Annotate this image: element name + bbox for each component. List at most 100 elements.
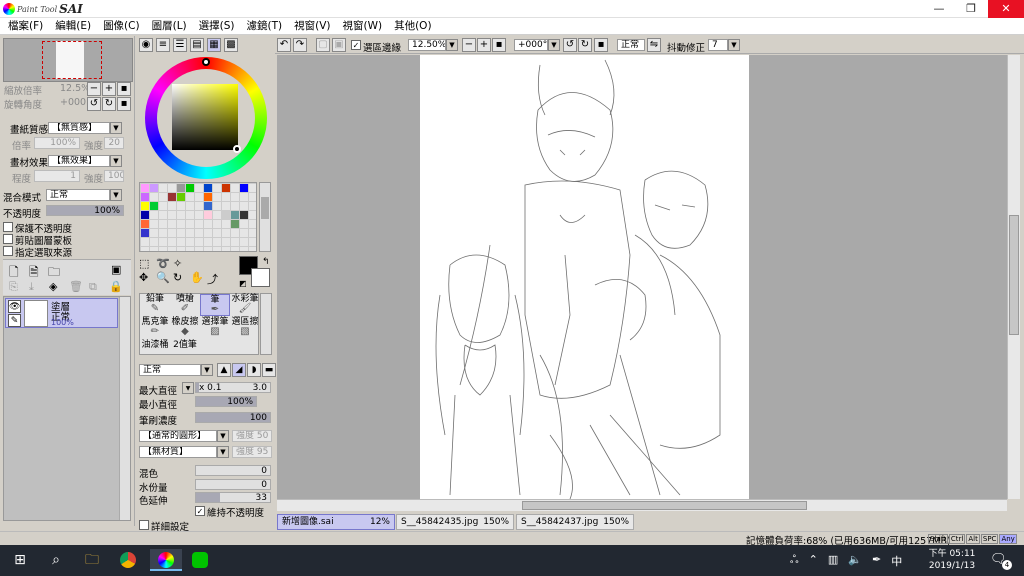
tool-marker[interactable]: 馬克筆 ✏: [140, 317, 170, 339]
hand-icon[interactable]: ✋: [190, 271, 206, 287]
swatch[interactable]: [222, 184, 230, 192]
density-slider[interactable]: 100: [195, 412, 271, 423]
horizontal-scroll-thumb[interactable]: [522, 501, 807, 510]
vertical-scroll-thumb[interactable]: [1009, 215, 1019, 335]
swap-colors-icon[interactable]: ↰: [262, 257, 270, 267]
chrome-icon[interactable]: [116, 549, 140, 571]
brush-shape-dropdown[interactable]: ▼: [217, 430, 229, 442]
swatch-scrollbar[interactable]: [259, 182, 271, 252]
saturation-value-square[interactable]: [172, 84, 238, 150]
scratchpad-icon[interactable]: ▩: [224, 38, 238, 52]
menu-filter[interactable]: 濾鏡(T): [241, 18, 289, 34]
undo-icon[interactable]: ↶: [277, 38, 291, 52]
swatch[interactable]: [240, 211, 248, 219]
max-size-scale-dropdown[interactable]: ▼: [182, 382, 194, 394]
navigator-viewport[interactable]: [42, 41, 102, 79]
tool-bucket[interactable]: 油漆桶: [140, 340, 170, 354]
edge-hard-icon[interactable]: ▲: [217, 363, 231, 377]
hue-marker[interactable]: [202, 58, 210, 66]
brush-lock-icon[interactable]: ✎: [8, 314, 21, 327]
invert-selection-icon[interactable]: ▣: [332, 38, 346, 52]
sv-marker[interactable]: [233, 145, 241, 153]
swatch[interactable]: [141, 211, 149, 219]
rotate-right-button[interactable]: ↻: [102, 97, 116, 111]
brush-shape-select[interactable]: 【通常的圓形】: [139, 430, 217, 442]
show-selection-checkbox[interactable]: ✓: [351, 40, 361, 50]
toolbar-zoom-out-icon[interactable]: −: [462, 38, 476, 52]
dilution-slider[interactable]: 0: [195, 479, 271, 490]
brush-mode-select[interactable]: 正常: [139, 364, 201, 376]
swatch-grid[interactable]: [139, 182, 257, 252]
menu-selection[interactable]: 選擇(S): [193, 18, 241, 34]
menu-file[interactable]: 檔案(F): [2, 18, 49, 34]
paper-texture-select[interactable]: 【無質感】: [48, 122, 110, 134]
file-tab-1[interactable]: S__45842435.jpg 150%: [396, 514, 514, 530]
color-wheel-mode-icon[interactable]: ◉: [139, 38, 153, 52]
rotate-left-button[interactable]: ↺: [87, 97, 101, 111]
view-mode-field[interactable]: 正常: [617, 39, 645, 51]
copy-layer-icon[interactable]: ⎘: [9, 280, 18, 294]
tray-chevron-icon[interactable]: ⌃: [809, 553, 818, 569]
brush-mode-dropdown[interactable]: ▼: [201, 364, 213, 376]
persistence-slider[interactable]: 33: [195, 492, 271, 503]
delete-layer-icon[interactable]: 🗑: [69, 280, 83, 293]
canvas-horizontal-scrollbar[interactable]: [277, 499, 1007, 511]
rotate-field[interactable]: +000°: [514, 39, 548, 51]
zoom-dropdown[interactable]: ▼: [446, 39, 458, 51]
swatch[interactable]: [141, 229, 149, 237]
menu-canvas[interactable]: 圖像(C): [97, 18, 146, 34]
flip-horizontal-icon[interactable]: ⇋: [647, 38, 661, 52]
line-app-icon[interactable]: [188, 549, 212, 571]
tool-select-pen[interactable]: 選擇筆 ▨: [200, 317, 230, 339]
zoom-icon[interactable]: 🔍: [156, 271, 172, 287]
toolbar-rotate-right-icon[interactable]: ↻: [578, 38, 592, 52]
layer-mask-icon[interactable]: ▣: [111, 263, 121, 276]
brush-shape-strength[interactable]: 強度 50: [232, 430, 272, 442]
paper-strength-field[interactable]: 20: [104, 137, 124, 149]
navigator-preview[interactable]: [3, 38, 133, 82]
swatch[interactable]: [222, 211, 230, 219]
transparent-color-icon[interactable]: ◩: [239, 279, 247, 288]
maximize-button[interactable]: ❐: [956, 0, 986, 18]
blend-mode-select[interactable]: 正常: [46, 189, 110, 201]
zoom-field[interactable]: 12.50%: [408, 39, 446, 51]
edge-medium-icon[interactable]: ◢: [232, 363, 246, 377]
tool-select-eraser[interactable]: 選區擦 ▧: [230, 317, 260, 339]
hsv-slider-icon[interactable]: ☰: [173, 38, 187, 52]
merge-layer-icon[interactable]: ⧉: [89, 280, 97, 294]
tool-watercolor[interactable]: 水彩筆 🖌: [230, 294, 260, 316]
search-icon[interactable]: ⌕: [44, 549, 68, 571]
keep-opacity-checkbox[interactable]: ✓: [195, 506, 205, 516]
zoom-in-button[interactable]: +: [102, 82, 116, 96]
sai-taskbar-icon[interactable]: [150, 549, 182, 571]
clock[interactable]: 下午 05:11 2019/1/13: [927, 548, 977, 572]
pen-tray-icon[interactable]: ✒: [872, 553, 881, 569]
opacity-slider[interactable]: 100%: [46, 205, 124, 216]
menu-others[interactable]: 其他(O): [388, 18, 437, 34]
swatch[interactable]: [141, 193, 149, 201]
rect-select-icon[interactable]: ⬚: [139, 257, 155, 270]
swatch[interactable]: [186, 184, 194, 192]
merge-down-icon[interactable]: ⤓: [29, 280, 34, 294]
swatch[interactable]: [231, 220, 239, 228]
lasso-icon[interactable]: ➰: [156, 257, 172, 270]
zoom-out-button[interactable]: −: [87, 82, 101, 96]
clip-layer-checkbox[interactable]: [3, 234, 13, 244]
windows-start-icon[interactable]: ⊞: [8, 549, 32, 571]
effect-degree-field[interactable]: 1: [34, 170, 80, 182]
advanced-settings-checkbox[interactable]: [139, 520, 149, 530]
effect-strength-field[interactable]: 100: [104, 170, 124, 182]
rotate-dropdown[interactable]: ▼: [548, 39, 560, 51]
toolbar-rotate-reset-icon[interactable]: ▪: [594, 38, 608, 52]
minimize-button[interactable]: —: [924, 0, 954, 18]
layer-row[interactable]: 👁 ✎ 塗層 正常 100%: [5, 298, 118, 328]
brush-texture-strength[interactable]: 強度 95: [232, 446, 272, 458]
redo-icon[interactable]: ↷: [293, 38, 307, 52]
magic-wand-icon[interactable]: ✧: [173, 257, 189, 270]
volume-icon[interactable]: 🔈: [848, 553, 862, 569]
stabilizer-dropdown[interactable]: ▼: [728, 39, 740, 51]
swatch[interactable]: [177, 184, 185, 192]
close-button[interactable]: ✕: [988, 0, 1024, 18]
tool-binary-pen[interactable]: 2值筆: [170, 340, 200, 354]
menu-layer[interactable]: 圖層(L): [146, 18, 193, 34]
